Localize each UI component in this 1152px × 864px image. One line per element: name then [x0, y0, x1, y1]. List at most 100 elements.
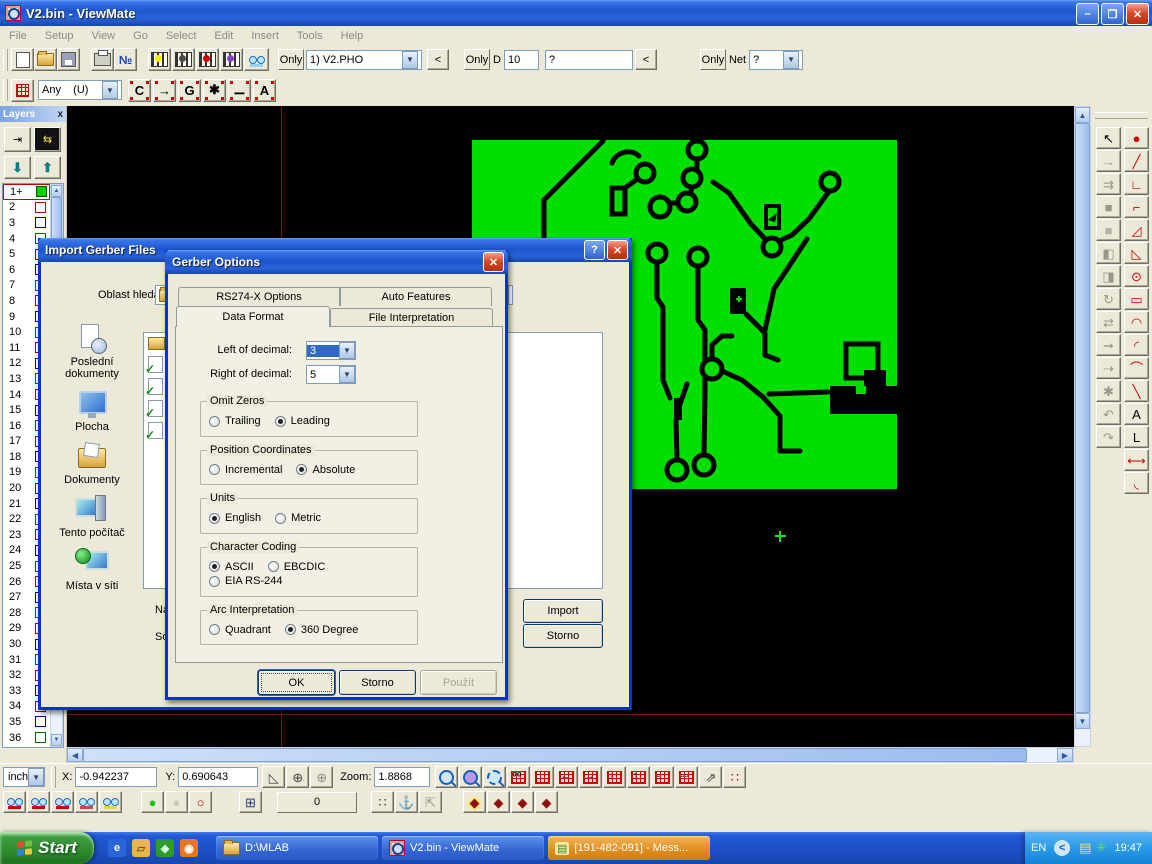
zoom-grid-button[interactable]	[459, 766, 482, 788]
radio-icon[interactable]	[209, 464, 220, 475]
chevron-down-icon[interactable]: ▼	[402, 51, 418, 69]
grid-inset-button[interactable]: ▫	[651, 766, 674, 788]
tools-list-button[interactable]	[172, 48, 195, 71]
radio-icon[interactable]	[275, 513, 286, 524]
radio-icon[interactable]	[296, 464, 307, 475]
tab-rs274x-options[interactable]: RS274-X Options	[178, 287, 340, 306]
text-tool-button[interactable]: A	[1124, 403, 1149, 425]
select-window-button[interactable]: ⇗	[699, 766, 722, 788]
view-sketch-glasses-button[interactable]	[99, 791, 122, 813]
quick-folder-icon[interactable]: ▱	[132, 839, 150, 857]
taskbar-clock[interactable]: 19:47	[1114, 842, 1142, 854]
visibility-button[interactable]	[244, 48, 269, 71]
gerber-file-icon[interactable]: ✓	[148, 400, 163, 417]
arc-sketch-tool-button[interactable]: ◿	[1124, 219, 1149, 241]
tray-collapse-icon[interactable]: <	[1054, 840, 1070, 856]
radio-eia-rs-244[interactable]: EIA RS-244	[209, 575, 282, 587]
pad-style-3-button[interactable]: ◆	[511, 791, 534, 813]
rectangle-tool-button[interactable]: ▭	[1124, 288, 1149, 310]
quick-firefox-icon[interactable]: ◉	[180, 839, 198, 857]
highlight-off-button[interactable]: ●	[165, 791, 188, 813]
toolbar-grip[interactable]	[3, 79, 8, 101]
layer-color-swatch[interactable]	[35, 716, 46, 727]
canvas-hscrollbar[interactable]: ◀ ▶	[66, 747, 1074, 763]
fill-dark-tool-button[interactable]: ■	[1096, 196, 1121, 218]
chord-tool-button[interactable]: ⌒	[1124, 357, 1149, 379]
pointer-tool-button[interactable]: ↖	[1096, 127, 1121, 149]
open-file-button[interactable]	[34, 48, 57, 71]
window-titlebar[interactable]: V2.bin - ViewMate – ❒ ✕	[0, 0, 1152, 26]
close-icon[interactable]: x	[57, 109, 63, 120]
tab-data-format[interactable]: Data Format	[176, 306, 330, 327]
dcode-query-input[interactable]: ?	[545, 50, 633, 70]
radio-360-degree[interactable]: 360 Degree	[285, 624, 359, 636]
left-of-decimal-combo[interactable]: 3 ▼	[306, 341, 356, 360]
view-traces-glasses-button[interactable]	[27, 791, 50, 813]
file-folder-icon[interactable]	[148, 337, 165, 350]
radio-absolute[interactable]: Absolute	[296, 464, 355, 476]
x-coordinate-field[interactable]: -0.942237	[75, 767, 157, 787]
polyline-tool-button[interactable]: ∟	[1124, 173, 1149, 195]
chevron-down-icon[interactable]: ▼	[339, 366, 355, 383]
view-pads-glasses-button[interactable]	[3, 791, 26, 813]
import-button[interactable]: Import	[523, 599, 603, 623]
layer-color-swatch[interactable]	[35, 217, 46, 228]
menu-insert[interactable]: Insert	[242, 28, 288, 44]
grid-copy-button[interactable]: ▫▫	[675, 766, 698, 788]
radio-ebcdic[interactable]: EBCDIC	[268, 561, 326, 573]
menu-file[interactable]: File	[0, 28, 36, 44]
arc-tool-button[interactable]: ◠	[1124, 311, 1149, 333]
view-outline-glasses-button[interactable]	[75, 791, 98, 813]
move-layer-tool-button[interactable]: ➞	[1096, 334, 1121, 356]
scale-tool-button[interactable]: ⇄	[1096, 311, 1121, 333]
prev-dcode-button[interactable]: <	[635, 49, 657, 70]
print-button[interactable]	[91, 48, 114, 71]
step-repeat-tool-button[interactable]: ⇢	[1096, 357, 1121, 379]
dialog-close-button[interactable]: ✕	[483, 252, 504, 272]
path-tool-button[interactable]: ⌐	[1124, 196, 1149, 218]
restore-button[interactable]: ❒	[1101, 3, 1124, 25]
place-network[interactable]: Místa v síti	[49, 548, 135, 592]
pattern-select-button[interactable]	[11, 79, 34, 102]
flip-tool-button[interactable]: ◨	[1096, 265, 1121, 287]
circle-tool-button[interactable]: ⊙	[1124, 265, 1149, 287]
tab-auto-features[interactable]: Auto Features	[340, 287, 492, 306]
view-blocks-glasses-button[interactable]	[51, 791, 74, 813]
quick-reader-icon[interactable]: ◆	[156, 839, 174, 857]
flash-pad-tool-button[interactable]: ●	[1124, 127, 1149, 149]
zoom-in-button[interactable]	[435, 766, 458, 788]
radio-english[interactable]: English	[209, 512, 261, 524]
angle-measure-button[interactable]: ◺	[262, 766, 285, 788]
context-help-button[interactable]: №	[114, 48, 137, 71]
task-mlab-folder[interactable]: D:\MLAB	[216, 836, 378, 860]
anchor-button[interactable]: ⚓	[395, 791, 418, 813]
radio-incremental[interactable]: Incremental	[209, 464, 282, 476]
radio-icon[interactable]	[285, 624, 296, 635]
radio-trailing[interactable]: Trailing	[209, 415, 261, 427]
select-dots-button[interactable]: ∷	[723, 766, 746, 788]
radio-icon[interactable]	[275, 416, 286, 427]
pan-down-button[interactable]: ↓	[603, 766, 626, 788]
layer-select-combo[interactable]: 1) V2.PHO ▼	[306, 50, 422, 70]
prev-layer-button[interactable]: <	[427, 49, 449, 70]
rotate-tool-button[interactable]: ↻	[1096, 288, 1121, 310]
radio-icon[interactable]	[209, 561, 220, 572]
only-net-button[interactable]: Only	[700, 49, 726, 70]
grid-dots-button[interactable]: ∷	[371, 791, 394, 813]
layer-colors-button[interactable]: ⇆	[34, 127, 61, 152]
menu-setup[interactable]: Setup	[36, 28, 83, 44]
canvas-vscrollbar[interactable]: ▲ ▼	[1074, 106, 1091, 747]
close-button[interactable]: ✕	[1126, 3, 1149, 25]
any-filter-combo[interactable]: Any (U) ▼	[38, 80, 122, 100]
layer-row-36[interactable]: 36	[3, 730, 50, 746]
redo-tool-button[interactable]: ↷	[1096, 426, 1121, 448]
radio-icon[interactable]	[209, 576, 220, 587]
aperture-list-button[interactable]	[148, 48, 171, 71]
radio-leading[interactable]: Leading	[275, 415, 330, 427]
right-of-decimal-combo[interactable]: 5 ▼	[306, 365, 356, 384]
apply-button[interactable]: Použít	[420, 670, 497, 695]
grid-red-button[interactable]	[531, 766, 554, 788]
tray-agent-icon[interactable]: ✳	[1096, 840, 1107, 856]
quick-ie-icon[interactable]: e	[108, 839, 126, 857]
pan-left-button[interactable]: ←	[555, 766, 578, 788]
